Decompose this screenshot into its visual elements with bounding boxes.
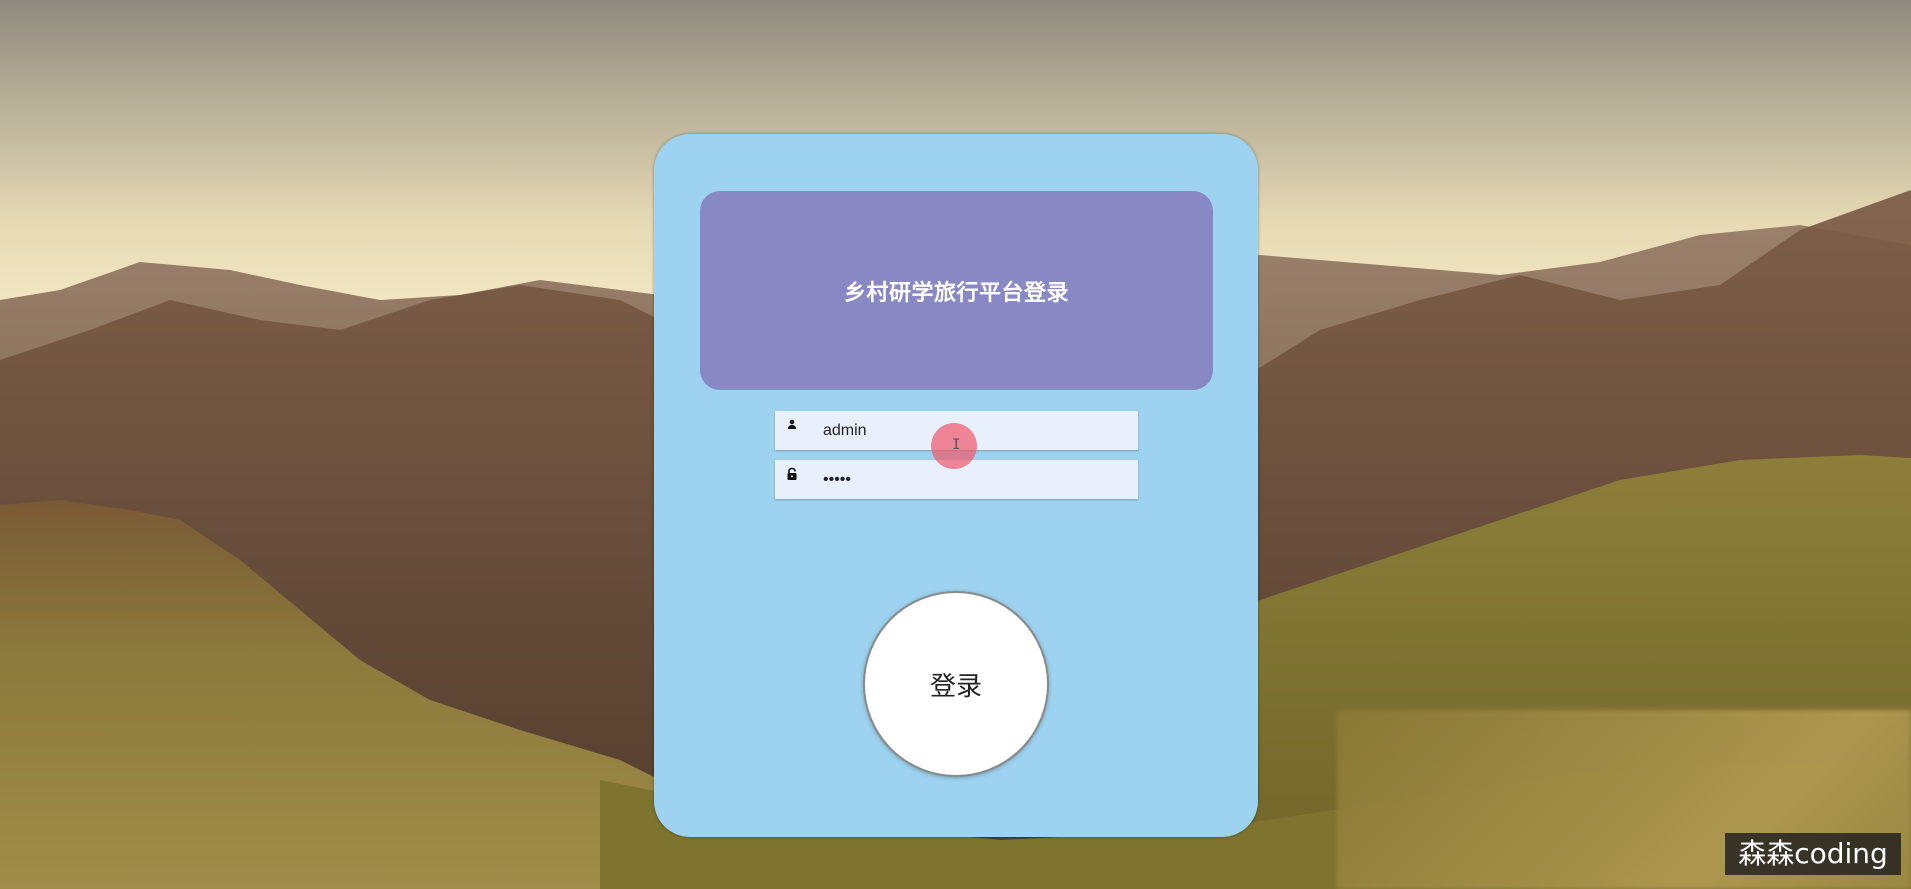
cursor-highlight: I [931,423,977,469]
text-cursor-icon: I [952,437,961,453]
watermark: 森森coding [1725,833,1901,875]
user-icon [785,418,799,432]
login-button[interactable]: 登录 [863,591,1049,777]
lock-icon [785,467,799,481]
page-title: 乡村研学旅行平台登录 [843,280,1069,306]
login-card: 乡村研学旅行平台登录 登录 [654,134,1258,837]
password-input[interactable] [815,460,1125,499]
title-panel: 乡村研学旅行平台登录 [700,191,1213,390]
login-page: 乡村研学旅行平台登录 登录 [0,0,1911,889]
login-button-label: 登录 [929,671,982,702]
